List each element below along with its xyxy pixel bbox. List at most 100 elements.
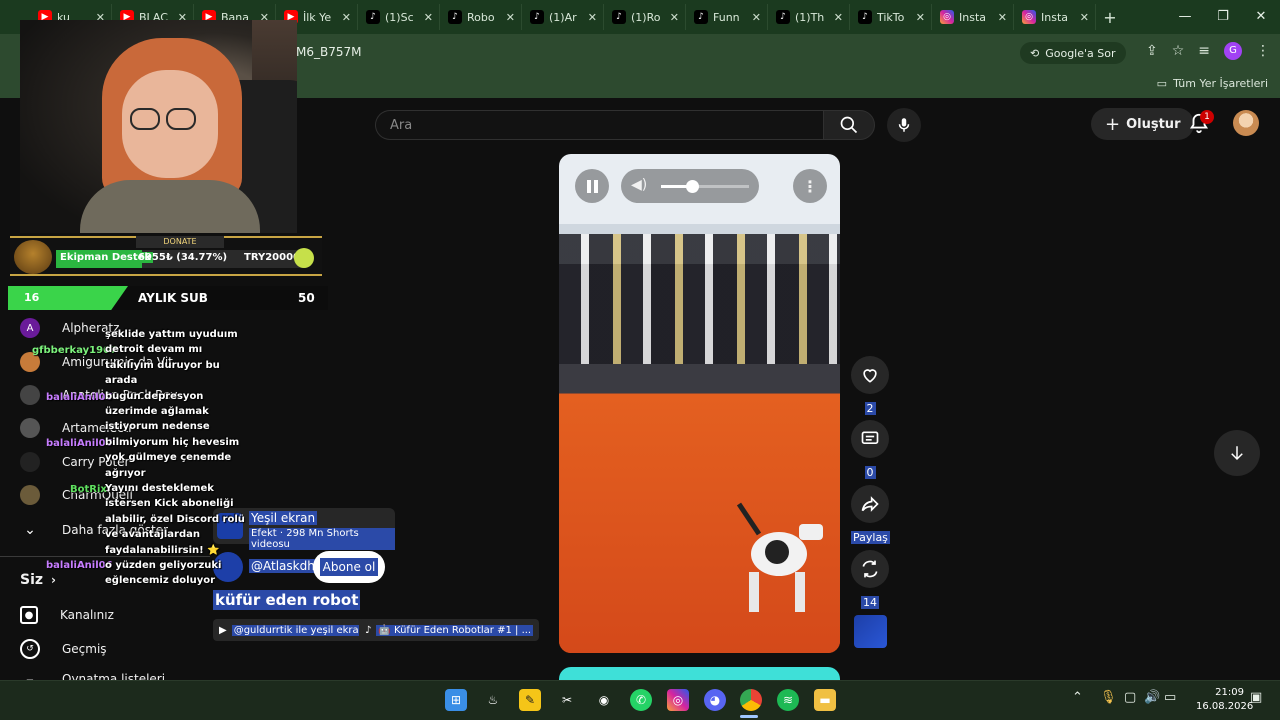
minimize-icon[interactable]: — [1166,0,1204,34]
short-video-player[interactable]: ◀) ⋮ [559,154,840,653]
ask-google-button[interactable]: ⟲ Google'a Sor [1020,42,1126,64]
remix-button[interactable] [851,550,889,588]
channel-name[interactable]: @Atlaskdh [249,559,317,573]
sidebar-item-your-channel[interactable]: ● Kanalınız [20,606,114,624]
steam-icon[interactable]: ♨ [482,689,504,711]
volume-slider[interactable] [661,180,749,193]
sidebar-item-history[interactable]: ↺ Geçmiş [20,639,107,659]
instagram-icon[interactable]: ◎ [667,689,689,711]
chrome-icon[interactable] [740,689,762,711]
sidebar-divider [0,556,210,557]
chat-message-line: bilmiyorum hiç hevesim [105,436,240,448]
obs-icon[interactable]: ◉ [593,689,615,711]
system-clock[interactable]: 21:09 16.08.2026 [1196,686,1253,714]
browser-tab[interactable]: ♪ TikTo ✕ [850,4,932,30]
channel-avatar-icon [20,452,40,472]
volume-knob[interactable] [685,180,699,193]
browser-tab[interactable]: ◎ Insta ✕ [1014,4,1096,30]
instagram-icon: ◎ [940,10,954,24]
next-video-button[interactable] [1214,430,1260,476]
share-action: Paylaş [851,485,890,545]
window-controls: — ❐ ✕ [1166,0,1280,34]
volume-control[interactable]: ◀) [621,169,759,203]
browser-tab[interactable]: ♪ (1)Ar ✕ [522,4,604,30]
restore-icon[interactable]: ❐ [1204,0,1242,34]
you-section-header[interactable]: Siz › [20,572,56,588]
close-tab-icon[interactable]: ✕ [342,11,351,24]
new-tab-button[interactable]: + [1096,8,1124,27]
chat-message-line: detroit devam mı [105,344,203,356]
tray-volume-icon[interactable]: 🔊 [1144,690,1160,705]
sub-label: AYLIK SUB [138,291,208,305]
all-bookmarks-button[interactable]: ▭ Tüm Yer İşaretleri [1157,77,1268,90]
close-tab-icon[interactable]: ✕ [916,11,925,24]
url-text[interactable]: M6_B757M [296,45,361,59]
spotify-icon[interactable]: ≋ [777,689,799,711]
close-tab-icon[interactable]: ✕ [506,11,515,24]
whatsapp-icon[interactable]: ✆ [630,689,652,711]
tray-notification-icon[interactable]: ▣ [1250,690,1262,705]
voice-search-button[interactable] [887,108,921,142]
search-icon [840,116,858,134]
media-controls-icon[interactable]: ≡ [1198,43,1210,59]
browser-tab[interactable]: ♪ (1)Sc ✕ [358,4,440,30]
browser-tab[interactable]: ♪ (1)Th ✕ [768,4,850,30]
ask-google-label: Google'a Sor [1045,46,1116,60]
account-avatar[interactable] [1233,110,1259,136]
notification-badge: 1 [1200,110,1214,124]
create-button[interactable]: + Oluştur [1091,108,1195,140]
sound-thumbnail[interactable] [854,615,887,648]
discord-icon[interactable]: ◕ [704,689,726,711]
search-button[interactable] [823,110,875,140]
chat-message-line: bugün depresyon [105,390,204,402]
subscribe-button[interactable]: Abone ol [313,551,385,583]
chip-tiktok-source[interactable]: ♪ 🤖 Küfür Eden Robotlar #1 | ... [359,619,540,641]
file-explorer-icon[interactable]: ▬ [814,689,836,711]
browser-tab[interactable]: ◎ Insta ✕ [932,4,1014,30]
close-tab-icon[interactable]: ✕ [752,11,761,24]
comment-button[interactable] [851,420,889,458]
search-input[interactable]: Ara [375,110,823,140]
pause-button[interactable] [575,169,609,203]
tab-title: (1)Th [795,10,825,24]
glasses-left [130,108,160,130]
snipping-tool-icon[interactable]: ✂ [556,689,578,711]
tray-chevron-up-icon[interactable]: ⌃ [1072,690,1083,705]
like-count: 2 [864,402,876,415]
history-label: Geçmiş [62,642,107,656]
comment-action: 0 [851,420,889,480]
close-tab-icon[interactable]: ✕ [588,11,597,24]
tray-battery-icon[interactable]: ▭ [1164,690,1176,705]
install-app-icon[interactable]: ⇪ [1146,43,1158,59]
share-button[interactable] [851,485,889,523]
chat-username: balaliAnil06 [46,392,113,403]
tray-microphone-icon[interactable]: 🎙 [1100,690,1117,705]
close-tab-icon[interactable]: ✕ [998,11,1007,24]
donation-goal-widget: DONATE Ekipman Destek 6955₺ (34.77%) TRY… [10,236,322,276]
close-tab-icon[interactable]: ✕ [834,11,843,24]
browser-tab[interactable]: ♪ (1)Ro ✕ [604,4,686,30]
donate-goal: TRY20000 [244,252,301,263]
tab-title: (1)Ar [549,10,577,24]
close-window-icon[interactable]: ✕ [1242,0,1280,34]
bookmark-star-icon[interactable]: ☆ [1172,43,1185,59]
start-icon[interactable]: ⊞ [445,689,467,711]
chrome-menu-icon[interactable]: ⋮ [1256,43,1270,59]
chat-message-line: istersen Kick aboneliği [105,498,234,510]
chip-green-screen[interactable]: ▶ @guldurrtik ile yeşil ekran [213,619,373,641]
browser-tab[interactable]: ♪ Robo ✕ [440,4,522,30]
more-options-button[interactable]: ⋮ [793,169,827,203]
sidebar-item-playlists[interactable]: ≡ Oynatma listeleri [20,672,165,680]
tray-display-icon[interactable]: ▢ [1124,690,1136,705]
close-tab-icon[interactable]: ✕ [670,11,679,24]
your-channel-label: Kanalınız [60,608,114,622]
profile-avatar[interactable]: G [1224,42,1242,60]
video-controls: ◀) ⋮ [559,154,840,224]
like-button[interactable] [851,356,889,394]
browser-tab[interactable]: ♪ Funn ✕ [686,4,768,30]
close-tab-icon[interactable]: ✕ [424,11,433,24]
channel-avatar-icon: A [20,318,40,338]
sticky-notes-icon[interactable]: ✎ [519,689,541,711]
close-tab-icon[interactable]: ✕ [1080,11,1089,24]
pause-icon [586,179,591,193]
